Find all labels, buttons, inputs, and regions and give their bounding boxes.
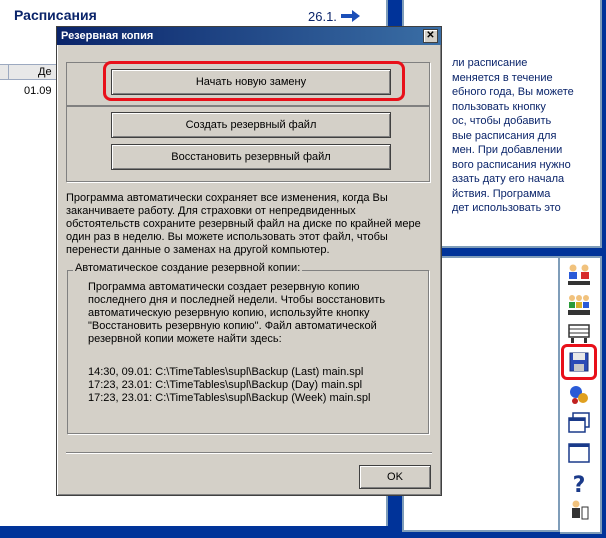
info-text: Программа автоматически сохраняет все из… [66,192,421,256]
help-line: пользовать кнопку [452,101,546,113]
help-line: йствия. Программа [452,188,551,200]
button-label: Создать резервный файл [185,119,317,131]
dialog-title: Резервная копия [61,30,154,42]
rooms-icon[interactable] [566,320,592,346]
help-line: меняется в течение [452,72,553,84]
create-backup-button[interactable]: Создать резервный файл [111,112,391,138]
button-label: OK [387,471,403,483]
help-line: вого расписания нужно [452,159,571,171]
help-line: ли расписание [452,57,528,69]
table-cell-date[interactable]: 01.09 [24,85,52,97]
help-line: ебного года, Вы можете [452,86,574,98]
restore-backup-button[interactable]: Восстановить резервный файл [111,144,391,170]
svg-text:?: ? [573,473,586,496]
help-icon[interactable]: ? [566,470,592,496]
classes-icon[interactable] [566,292,592,318]
next-arrow-icon[interactable] [341,9,361,26]
teachers-icon[interactable] [566,262,592,288]
dialog-separator [66,452,432,453]
backup-path-last: 14:30, 09.01: C:\TimeTables\supl\Backup … [88,366,364,378]
windows-icon[interactable] [566,410,592,436]
close-icon: ✕ [426,30,435,41]
ok-button[interactable]: OK [359,465,431,489]
help-line: азать дату его начала [452,173,565,185]
auto-backup-caption: Автоматическое создание резервной копии: [73,262,303,274]
backup-path-day: 17:23, 23.01: C:\TimeTables\supl\Backup … [88,379,363,391]
current-date: 26.1. [308,9,337,24]
tools-icon[interactable] [566,382,592,408]
close-button[interactable]: ✕ [423,29,438,43]
help-line: дет использовать это [452,202,561,214]
help-line: мен. При добавлении [452,144,563,156]
table-header-day[interactable]: Де [38,66,52,78]
help-line: ос, чтобы добавить [452,115,552,127]
window-icon[interactable] [566,440,592,466]
start-new-highlight [103,61,405,101]
backup-path-week: 17:23, 23.01: C:\TimeTables\supl\Backup … [88,392,371,404]
help-line: вые расписания для [452,130,557,142]
save-icon[interactable] [566,349,592,375]
user-icon[interactable] [566,498,592,524]
column-divider [8,64,9,80]
app-title: Расписания [14,7,97,23]
auto-backup-text: Программа автоматически создает резервну… [88,281,386,345]
button-label: Восстановить резервный файл [171,151,331,163]
